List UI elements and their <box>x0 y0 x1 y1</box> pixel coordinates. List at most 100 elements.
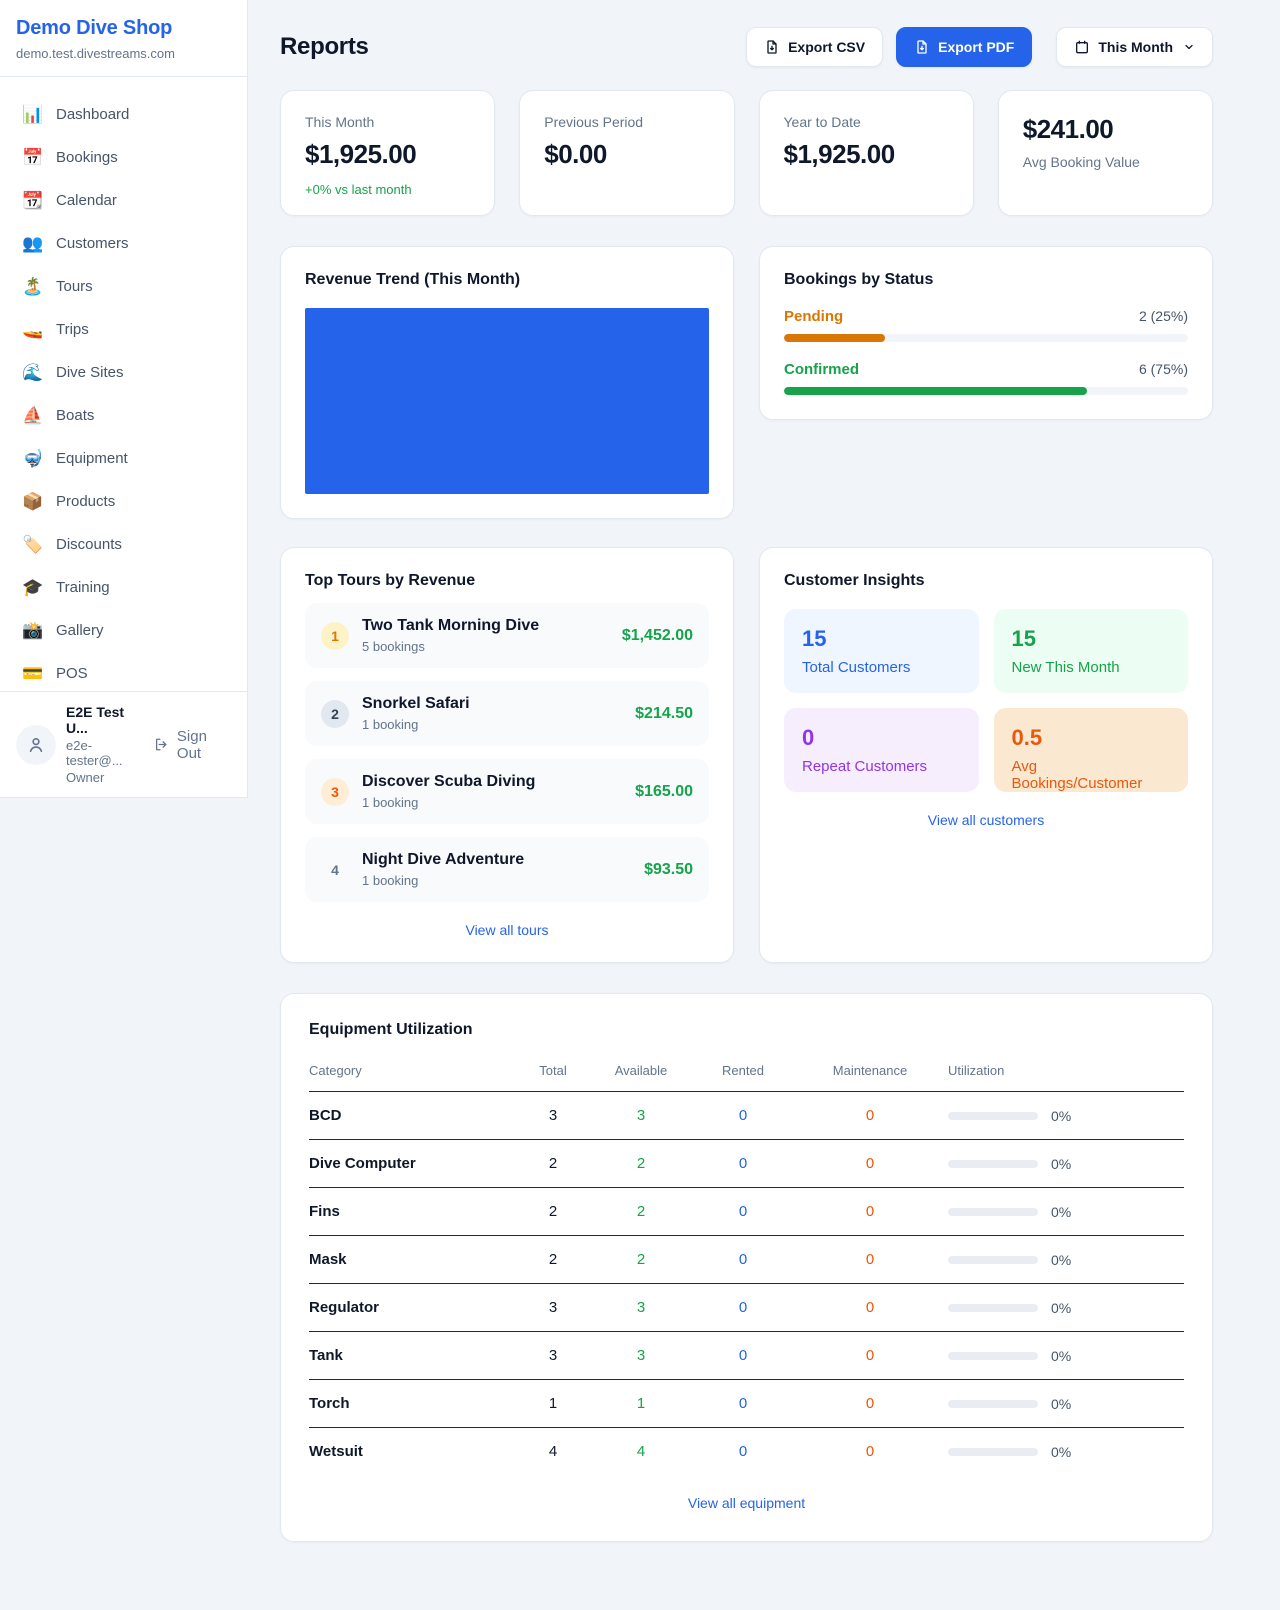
bookings-by-status-card: Bookings by Status Pending 2 (25%) Confi… <box>759 246 1213 420</box>
customers-icon: 👥 <box>22 235 42 252</box>
sidebar-item-training[interactable]: 🎓 Training <box>8 566 239 608</box>
stat-value: $241.00 <box>1023 114 1188 145</box>
sidebar-nav: 📊 Dashboard 📅 Bookings 📆 Calendar 👥 Cust… <box>0 77 247 691</box>
sidebar-item-label: Equipment <box>56 450 128 467</box>
cell-maintenance: 0 <box>792 1140 948 1188</box>
boats-icon: ⛵ <box>22 407 42 424</box>
stat-value: $1,925.00 <box>305 139 470 170</box>
stat-card-year-to-date: Year to Date $1,925.00 <box>759 90 974 216</box>
tile-value: 0 <box>802 725 961 751</box>
sidebar-item-label: Calendar <box>56 192 117 209</box>
period-label: This Month <box>1098 39 1173 55</box>
table-row: Regulator 3 3 0 0 0% <box>309 1284 1184 1332</box>
table-header-row: Category Total Available Rented Maintena… <box>309 1053 1184 1092</box>
sidebar-item-label: Gallery <box>56 622 104 639</box>
view-all-tours-link[interactable]: View all tours <box>305 922 709 938</box>
tile-value: 15 <box>802 626 961 652</box>
pos-icon: 💳 <box>22 665 42 682</box>
tile-total-customers: 15 Total Customers <box>784 609 979 693</box>
sign-out-button[interactable]: Sign Out <box>154 728 231 762</box>
tour-name: Two Tank Morning Dive <box>362 617 539 635</box>
export-pdf-button[interactable]: Export PDF <box>896 27 1032 67</box>
cell-total: 3 <box>518 1332 588 1380</box>
tour-bookings: 1 booking <box>362 795 535 810</box>
dashboard-icon: 📊 <box>22 106 42 123</box>
tour-revenue: $1,452.00 <box>622 627 693 645</box>
gallery-icon: 📸 <box>22 622 42 639</box>
cell-available: 3 <box>588 1092 694 1140</box>
utilization-percent: 0% <box>1051 1108 1071 1124</box>
cell-total: 1 <box>518 1380 588 1428</box>
sidebar-item-discounts[interactable]: 🏷️ Discounts <box>8 523 239 565</box>
cell-maintenance: 0 <box>792 1236 948 1284</box>
stat-card-previous-period: Previous Period $0.00 <box>519 90 734 216</box>
sign-out-label: Sign Out <box>177 728 231 762</box>
cell-total: 2 <box>518 1140 588 1188</box>
column-header-total: Total <box>518 1053 588 1092</box>
tile-label: Avg Bookings/Customer <box>1012 758 1171 792</box>
period-dropdown[interactable]: This Month <box>1056 27 1213 67</box>
page-title: Reports <box>280 33 369 61</box>
sidebar-item-boats[interactable]: ⛵ Boats <box>8 394 239 436</box>
chevron-down-icon <box>1183 41 1195 53</box>
sidebar-item-calendar[interactable]: 📆 Calendar <box>8 179 239 221</box>
tour-row: 2 Snorkel Safari 1 booking $214.50 <box>305 681 709 746</box>
export-csv-button[interactable]: Export CSV <box>746 27 883 67</box>
view-all-customers-link[interactable]: View all customers <box>784 812 1188 828</box>
tile-label: New This Month <box>1012 659 1171 676</box>
view-all-equipment-link[interactable]: View all equipment <box>309 1495 1184 1511</box>
rank-badge: 1 <box>321 622 349 650</box>
rank-badge: 3 <box>321 778 349 806</box>
sidebar-item-products[interactable]: 📦 Products <box>8 480 239 522</box>
utilization-percent: 0% <box>1051 1396 1071 1412</box>
export-csv-label: Export CSV <box>788 39 865 55</box>
sidebar-item-gallery[interactable]: 📸 Gallery <box>8 609 239 651</box>
revenue-trend-chart <box>305 308 709 494</box>
shop-name: Demo Dive Shop <box>16 17 231 40</box>
cell-available: 2 <box>588 1236 694 1284</box>
sidebar-item-pos[interactable]: 💳 POS <box>8 652 239 691</box>
stat-label: Previous Period <box>544 114 709 130</box>
cell-available: 1 <box>588 1380 694 1428</box>
insight-tiles: 15 Total Customers 15 New This Month 0 R… <box>784 609 1188 792</box>
utilization-bar <box>948 1400 1038 1408</box>
table-row: Mask 2 2 0 0 0% <box>309 1236 1184 1284</box>
sidebar: Demo Dive Shop demo.test.divestreams.com… <box>0 0 248 798</box>
sidebar-item-label: POS <box>56 665 88 682</box>
cell-rented: 0 <box>694 1332 792 1380</box>
tour-row: 3 Discover Scuba Diving 1 booking $165.0… <box>305 759 709 824</box>
cell-category: BCD <box>309 1092 518 1140</box>
sidebar-item-equipment[interactable]: 🤿 Equipment <box>8 437 239 479</box>
sidebar-item-dive-sites[interactable]: 🌊 Dive Sites <box>8 351 239 393</box>
stat-label: This Month <box>305 114 470 130</box>
stat-value: $0.00 <box>544 139 709 170</box>
sidebar-item-bookings[interactable]: 📅 Bookings <box>8 136 239 178</box>
sidebar-item-trips[interactable]: 🚤 Trips <box>8 308 239 350</box>
sidebar-item-tours[interactable]: 🏝️ Tours <box>8 265 239 307</box>
cell-rented: 0 <box>694 1140 792 1188</box>
cell-category: Regulator <box>309 1284 518 1332</box>
sidebar-item-customers[interactable]: 👥 Customers <box>8 222 239 264</box>
utilization-bar <box>948 1256 1038 1264</box>
tour-bookings: 5 bookings <box>362 639 539 654</box>
calendar-icon <box>1074 39 1090 55</box>
discounts-icon: 🏷️ <box>22 536 42 553</box>
bookings-icon: 📅 <box>22 149 42 166</box>
sidebar-item-label: Trips <box>56 321 89 338</box>
utilization-bar <box>948 1352 1038 1360</box>
cell-total: 4 <box>518 1428 588 1476</box>
rank-badge: 2 <box>321 700 349 728</box>
file-download-icon <box>764 39 780 55</box>
export-pdf-label: Export PDF <box>938 39 1014 55</box>
customer-insights-card: Customer Insights 15 Total Customers 15 … <box>759 547 1213 963</box>
stat-trend-note: +0% vs last month <box>305 182 470 197</box>
stat-card-this-month: This Month $1,925.00 +0% vs last month <box>280 90 495 216</box>
sidebar-item-label: Discounts <box>56 536 122 553</box>
sidebar-item-dashboard[interactable]: 📊 Dashboard <box>8 93 239 135</box>
stat-value: $1,925.00 <box>784 139 949 170</box>
table-row: Wetsuit 4 4 0 0 0% <box>309 1428 1184 1476</box>
top-tours-card: Top Tours by Revenue 1 Two Tank Morning … <box>280 547 734 963</box>
tour-name: Discover Scuba Diving <box>362 773 535 791</box>
rank-badge: 4 <box>321 856 349 884</box>
tile-value: 15 <box>1012 626 1171 652</box>
